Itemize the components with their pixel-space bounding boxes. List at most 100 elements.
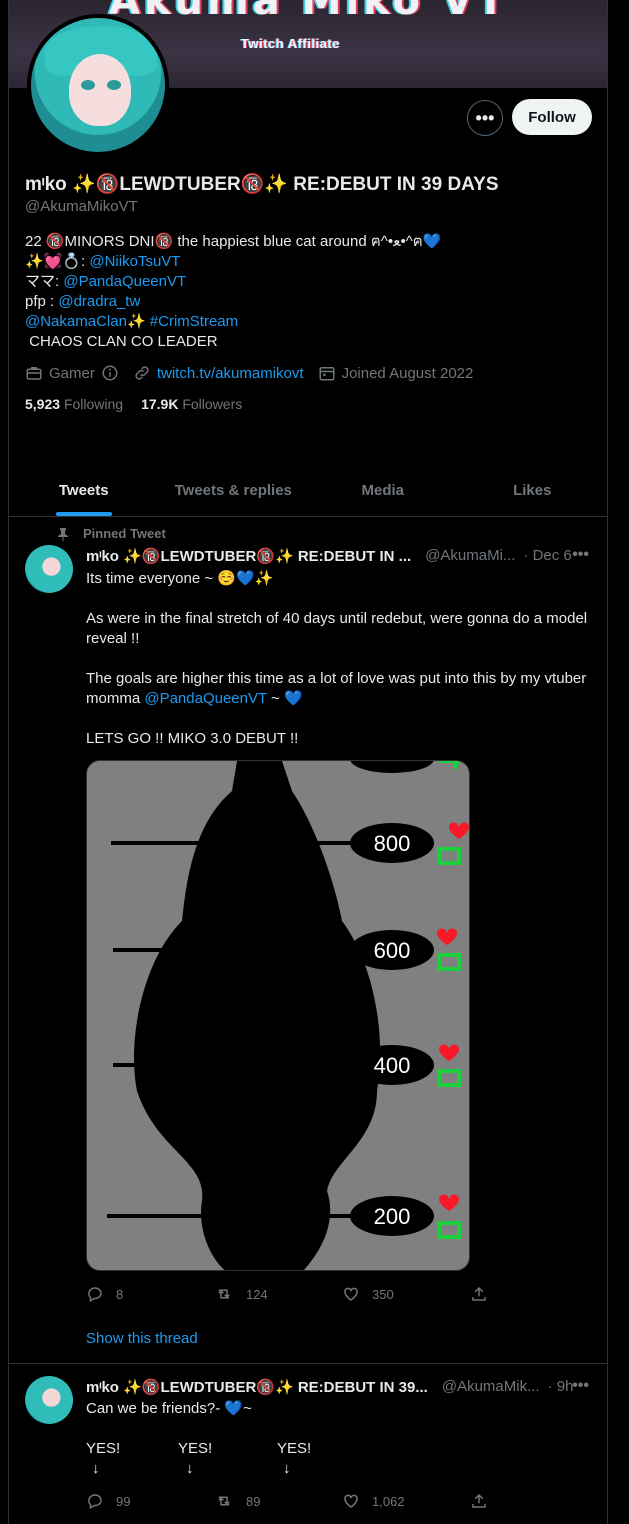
tweet-text: ~ 💙	[266, 690, 303, 707]
briefcase-icon	[26, 367, 42, 380]
profile-bio: 22 🔞MINORS DNI🔞 the happiest blue cat ar…	[25, 232, 441, 352]
retweet-icon	[218, 1289, 230, 1299]
tweet-avatar[interactable]	[25, 545, 73, 593]
profile-column: Akuma Miko VT Twitch Affiliate ••• Follo…	[8, 0, 608, 1524]
share-icon	[472, 1493, 486, 1508]
tweet-actions: 8 124 350	[86, 1285, 598, 1303]
profile-meta: Gamer twitch.tv/akumamikovt Joined Augus…	[25, 364, 473, 382]
bio-line: CHAOS CLAN CO LEADER	[25, 333, 218, 350]
tweet-image[interactable]: 800 600 400 200	[86, 760, 470, 1271]
tab-label: Tweets & replies	[174, 481, 292, 499]
tweet-time[interactable]: · 9h	[548, 1378, 574, 1396]
like-count: 350	[372, 1286, 394, 1302]
reply-button[interactable]: 8	[86, 1285, 214, 1303]
following-count: 5,923	[25, 396, 61, 412]
bio-text: pfp :	[25, 293, 59, 310]
tweet-more-icon[interactable]: •••	[572, 546, 589, 564]
heart-icon	[437, 928, 457, 945]
following-label: Following	[63, 396, 124, 412]
bio-link-nakamaclan[interactable]: @NakamaClan	[25, 313, 127, 330]
joined-label: Joined August 2022	[341, 364, 474, 382]
yes-item: YES! ↓	[178, 1439, 212, 1479]
retweet-icon	[218, 1496, 230, 1506]
retweet-count: 89	[246, 1493, 261, 1509]
tweet-line: Its time everyone ~ ☺️💙✨	[86, 570, 274, 587]
bio-text: ✨	[126, 313, 150, 330]
tab-label: Media	[361, 481, 404, 499]
goal-value: 400	[374, 1053, 411, 1078]
tweet-divider	[9, 1363, 607, 1364]
heart-outline-icon	[344, 1287, 358, 1301]
retweet-icon	[437, 1221, 461, 1239]
more-options-button[interactable]: •••	[467, 100, 503, 136]
like-count: 1,062	[372, 1493, 405, 1509]
tab-likes[interactable]: Likes	[458, 464, 608, 516]
show-thread-link[interactable]: Show this thread	[86, 1330, 198, 1347]
down-arrow-icon: ↓	[92, 1460, 100, 1477]
tab-label: Tweets	[58, 481, 109, 499]
tweet-line: reveal !!	[86, 630, 140, 647]
tweet-line: Can we be friends?- 💙~	[86, 1400, 252, 1417]
tweet-header: mᶦko ✨🔞LEWDTUBER🔞✨ RE:DEBUT IN 39... @Ak…	[86, 1378, 573, 1396]
reply-count: 99	[116, 1493, 131, 1509]
goal-value: 600	[374, 938, 411, 963]
retweet-icon	[437, 847, 461, 865]
calendar-icon	[319, 367, 335, 381]
bio-text: ✨💓💍:	[25, 253, 90, 270]
like-button[interactable]: 1,062	[342, 1492, 470, 1510]
reply-icon	[88, 1494, 102, 1510]
website: twitch.tv/akumamikovt	[133, 364, 304, 382]
retweet-icon	[439, 761, 459, 769]
silhouette-shape	[134, 761, 381, 1270]
goal-value: 800	[374, 831, 411, 856]
retweet-button[interactable]: 124	[214, 1285, 342, 1303]
follow-stats: 5,923 Following 17.9K Followers	[25, 396, 242, 412]
yes-item: YES! ↓	[277, 1439, 311, 1479]
bio-link-pandaqueen[interactable]: @PandaQueenVT	[63, 273, 186, 290]
tweet-author-handle[interactable]: @AkumaMik...	[442, 1378, 540, 1396]
bio-link-niiko[interactable]: @NiikoTsuVT	[89, 253, 180, 270]
profile-tabs: Tweets Tweets & replies Media Likes	[9, 464, 607, 517]
website-link[interactable]: twitch.tv/akumamikovt	[157, 365, 304, 382]
share-button[interactable]	[470, 1492, 598, 1510]
avatar-eye	[81, 80, 95, 90]
retweet-count: 124	[246, 1286, 268, 1302]
bio-link-dradra[interactable]: @dradra_tw	[58, 293, 140, 310]
goal-badge	[350, 761, 434, 773]
pin-icon	[58, 527, 68, 541]
tab-tweets-replies[interactable]: Tweets & replies	[159, 464, 309, 516]
tweet-author-handle[interactable]: @AkumaMi...	[425, 547, 515, 565]
followers-stat[interactable]: 17.9K Followers	[141, 396, 242, 412]
follow-button[interactable]: Follow	[512, 99, 592, 135]
share-icon	[472, 1286, 486, 1301]
tweet-author-name[interactable]: mᶦko ✨🔞LEWDTUBER🔞✨ RE:DEBUT IN 39...	[86, 1378, 428, 1396]
yes-label: YES!	[86, 1440, 121, 1457]
tweet-line: As were in the final stretch of 40 days …	[86, 610, 588, 627]
yes-label: YES!	[277, 1440, 312, 1457]
like-button[interactable]: 350	[342, 1285, 470, 1303]
tweet-more-icon[interactable]: •••	[572, 1377, 589, 1395]
pinned-label: Pinned Tweet	[83, 526, 166, 541]
retweet-button[interactable]: 89	[214, 1492, 342, 1510]
yes-label: YES!	[178, 1440, 213, 1457]
tab-tweets[interactable]: Tweets	[9, 464, 159, 516]
tweet-avatar[interactable]	[25, 1376, 73, 1424]
joined: Joined August 2022	[318, 364, 474, 382]
following-stat[interactable]: 5,923 Following	[25, 396, 123, 412]
followers-label: Followers	[182, 396, 243, 412]
tweet-time[interactable]: · Dec 6	[523, 547, 571, 565]
bio-hashtag-crimstream[interactable]: #CrimStream	[150, 313, 238, 330]
reply-button[interactable]: 99	[86, 1492, 214, 1510]
banner-title: Akuma Miko VT	[109, 0, 509, 24]
tab-label: Likes	[513, 481, 552, 499]
tweet-author-name[interactable]: mᶦko ✨🔞LEWDTUBER🔞✨ RE:DEBUT IN ...	[86, 547, 411, 565]
avatar-eye	[107, 80, 121, 90]
mention-pandaqueen[interactable]: @PandaQueenVT	[144, 690, 267, 707]
yes-item: YES! ↓	[86, 1439, 120, 1479]
tab-media[interactable]: Media	[308, 464, 458, 516]
silhouette-goal-chart: 800 600 400 200	[107, 761, 469, 1270]
profile-avatar[interactable]	[27, 14, 169, 156]
share-button[interactable]	[470, 1285, 598, 1303]
category-label: Gamer	[49, 364, 95, 382]
info-icon[interactable]	[101, 364, 119, 382]
